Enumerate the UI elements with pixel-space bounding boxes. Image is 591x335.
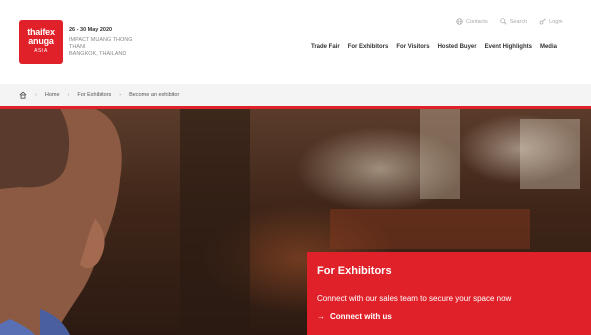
hero-title: For Exhibitors [317, 265, 392, 277]
nav-hosted-buyer[interactable]: Hosted Buyer [438, 44, 477, 50]
thaifex-logo[interactable]: thaifex anuga ASIA [19, 20, 63, 64]
breadcrumb: › Home › For Exhibitors › Become an exhi… [0, 84, 591, 106]
nav-media[interactable]: Media [540, 44, 557, 50]
breadcrumb-separator: › [35, 92, 37, 98]
event-venue-line-3: BANGKOK, THAILAND [69, 51, 127, 57]
site-header: thaifex anuga ASIA 26 - 30 May 2020 IMPA… [0, 0, 591, 84]
hero-text: Connect with our sales team to secure yo… [317, 294, 512, 303]
logo-line-2: anuga [28, 36, 54, 46]
breadcrumb-separator: › [119, 92, 122, 98]
contacts-label: Contacts [466, 18, 488, 25]
main-nav: Trade Fair For Exhibitors For Visitors H… [311, 44, 557, 50]
login-link[interactable]: Login [539, 18, 563, 25]
contacts-link[interactable]: Contacts [456, 18, 488, 25]
arrow-right-icon: → [317, 312, 325, 321]
nav-for-visitors[interactable]: For Visitors [396, 44, 429, 50]
connect-with-us-label: Connect with us [330, 312, 392, 321]
utility-nav: Contacts Search Login [456, 18, 563, 25]
event-venue-line-1: IMPACT MUANG THONG [69, 37, 133, 43]
event-venue-line-2: THANI [69, 44, 86, 50]
login-label: Login [549, 18, 563, 25]
hero-cta-panel: For Exhibitors Connect with our sales te… [307, 252, 591, 335]
logo-line-3: ASIA [34, 48, 48, 54]
search-label: Search [509, 18, 528, 25]
page: thaifex anuga ASIA 26 - 30 May 2020 IMPA… [0, 0, 591, 335]
breadcrumb-for-exhibitors[interactable]: For Exhibitors [77, 92, 111, 98]
globe-icon [456, 18, 463, 25]
breadcrumb-current: Become an exhibitor [129, 92, 180, 98]
key-icon [539, 18, 546, 25]
search-icon [500, 18, 507, 25]
breadcrumb-home[interactable]: Home [45, 92, 60, 98]
event-info: 26 - 30 May 2020 IMPACT MUANG THONG THAN… [69, 27, 169, 58]
home-icon[interactable] [19, 91, 27, 99]
search-link[interactable]: Search [500, 18, 527, 25]
nav-event-highlights[interactable]: Event Highlights [485, 44, 532, 50]
nav-for-exhibitors[interactable]: For Exhibitors [348, 44, 389, 50]
connect-with-us-link[interactable]: → Connect with us [317, 312, 392, 321]
nav-trade-fair[interactable]: Trade Fair [311, 44, 340, 50]
breadcrumb-separator: › [67, 92, 70, 98]
event-dates: 26 - 30 May 2020 [69, 27, 113, 33]
